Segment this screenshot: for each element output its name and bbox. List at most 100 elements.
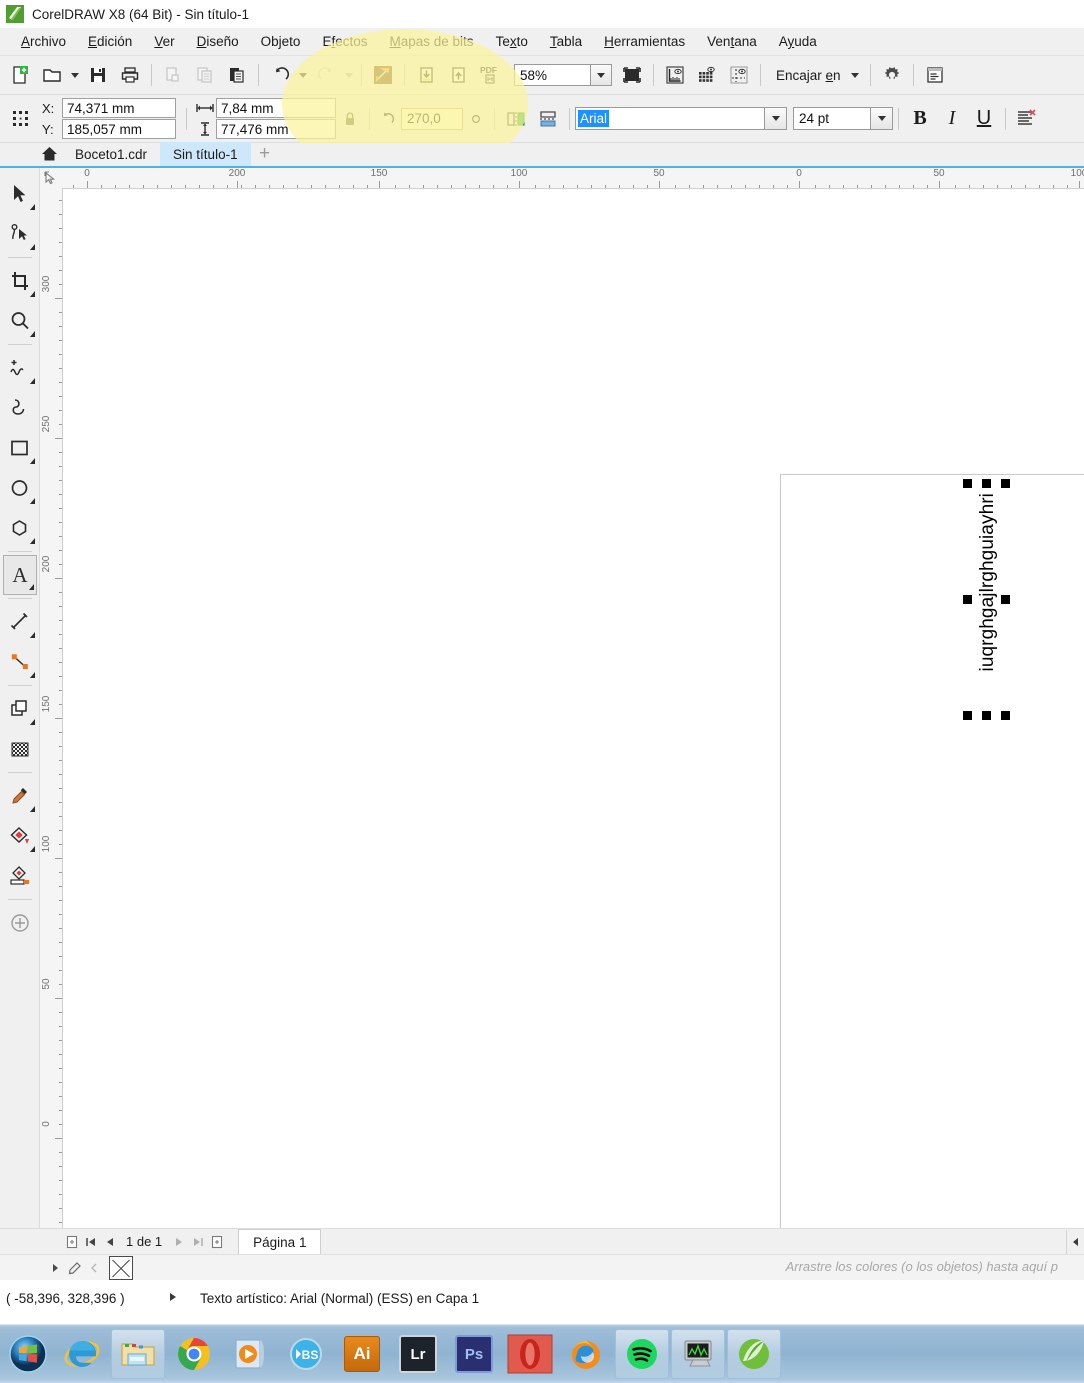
menu-objeto[interactable]: Objeto (250, 31, 312, 52)
font-name-field[interactable]: Arial (575, 107, 765, 130)
status-arrow-icon[interactable] (168, 1291, 178, 1306)
polygon-tool[interactable] (3, 508, 37, 548)
undo-button[interactable] (264, 59, 296, 91)
taskbar-file-explorer[interactable] (111, 1329, 165, 1379)
rotation-angle-input[interactable]: 270,0 (401, 107, 463, 130)
x-position-input[interactable]: 74,371 mm (62, 98, 176, 118)
drop-shadow-tool[interactable] (3, 689, 37, 729)
previous-page-button[interactable] (100, 1232, 119, 1252)
bold-button[interactable]: B (904, 105, 936, 133)
underline-button[interactable]: U (968, 105, 1000, 133)
selection-handle[interactable] (963, 595, 972, 604)
options-button[interactable] (876, 59, 908, 91)
menu-edicion[interactable]: Edición (77, 31, 143, 52)
undo-history-dropdown[interactable] (296, 60, 310, 90)
import-button[interactable] (410, 59, 442, 91)
parallel-dimension-tool[interactable] (3, 602, 37, 642)
zoom-level-input[interactable] (514, 64, 590, 86)
menu-texto[interactable]: Texto (485, 31, 539, 52)
taskbar-monitor-app[interactable] (671, 1329, 725, 1379)
new-document-button[interactable] (4, 59, 36, 91)
shape-tool[interactable] (3, 214, 37, 254)
drawing-area[interactable]: iuqrghgajlrghguiayhri (63, 189, 1084, 1228)
home-icon[interactable] (36, 142, 62, 166)
selection-handle[interactable] (1001, 479, 1010, 488)
document-tab-sin-titulo-1[interactable]: Sin título-1 (160, 142, 251, 166)
selection-handle[interactable] (982, 711, 991, 720)
open-recent-dropdown[interactable] (68, 60, 82, 90)
italic-button[interactable]: I (936, 105, 968, 133)
interactive-fill-tool[interactable] (3, 816, 37, 856)
horizontal-ruler[interactable]: 0 200 150 100 50 0 50 100 (62, 168, 1084, 189)
selection-handle[interactable] (1001, 711, 1010, 720)
taskbar-firefox[interactable] (559, 1329, 613, 1379)
smart-fill-tool[interactable] (3, 856, 37, 896)
new-document-tab-button[interactable]: + (251, 142, 279, 166)
selected-text-object[interactable]: iuqrghgajlrghguiayhri (963, 479, 1015, 729)
font-name-combo[interactable]: Arial (575, 107, 787, 130)
selection-handle[interactable] (963, 479, 972, 488)
open-document-button[interactable] (36, 59, 68, 91)
palette-scroll-up-button[interactable] (46, 1258, 65, 1278)
no-fill-swatch-icon[interactable] (109, 1255, 133, 1280)
menu-ayuda[interactable]: Ayuda (768, 31, 828, 52)
taskbar-opera[interactable] (503, 1329, 557, 1379)
selection-handle[interactable] (982, 479, 991, 488)
page-tab-pagina-1[interactable]: Página 1 (238, 1229, 322, 1254)
add-page-after-button[interactable] (207, 1232, 226, 1252)
text-tool[interactable]: A (2, 555, 37, 595)
show-grid-button[interactable] (691, 59, 723, 91)
freehand-tool[interactable] (3, 348, 37, 388)
color-eyedropper-tool[interactable] (3, 776, 37, 816)
save-button[interactable] (82, 59, 114, 91)
menu-mapas-de-bits[interactable]: Mapas de bits (379, 31, 485, 52)
rectangle-tool[interactable] (3, 428, 37, 468)
artistic-media-tool[interactable] (3, 388, 37, 428)
document-tab-boceto1[interactable]: Boceto1.cdr (62, 142, 160, 166)
first-page-button[interactable] (81, 1232, 100, 1252)
zoom-level-combo[interactable] (514, 63, 612, 87)
taskbar-internet-explorer[interactable] (55, 1329, 109, 1379)
show-guidelines-button[interactable] (723, 59, 755, 91)
font-name-dropdown-arrow[interactable] (765, 107, 787, 130)
taskbar-photoshop[interactable]: Ps (447, 1329, 501, 1379)
windows-start-orb-icon[interactable] (2, 1328, 54, 1380)
full-screen-preview-button[interactable] (616, 59, 648, 91)
y-position-input[interactable]: 185,057 mm (62, 119, 176, 139)
document-properties-button[interactable] (919, 59, 951, 91)
menu-tabla[interactable]: Tabla (539, 31, 593, 52)
lock-ratio-button[interactable] (336, 111, 364, 127)
menu-archivo[interactable]: Archivo (10, 31, 77, 52)
last-page-button[interactable] (188, 1232, 207, 1252)
menu-ver[interactable]: Ver (143, 31, 185, 52)
pick-tool[interactable] (3, 174, 37, 214)
taskbar-spotify[interactable] (615, 1329, 669, 1379)
publish-pdf-button[interactable]: PDF (474, 59, 506, 91)
straight-line-connector-tool[interactable] (3, 642, 37, 682)
export-button[interactable] (442, 59, 474, 91)
height-input[interactable]: 77,476 mm (216, 119, 336, 139)
taskbar-illustrator[interactable]: Ai (335, 1329, 389, 1379)
palette-scroll-left-button[interactable] (1066, 1230, 1084, 1254)
zoom-tool[interactable] (3, 301, 37, 341)
object-origin-icon[interactable] (6, 103, 38, 135)
snap-to-dropdown[interactable]: Encajar en (770, 64, 865, 87)
palette-expand-button[interactable] (84, 1258, 103, 1278)
crop-tool[interactable] (3, 261, 37, 301)
menu-diseno[interactable]: Diseño (186, 31, 250, 52)
taskbar-coreldraw[interactable] (727, 1329, 781, 1379)
menu-ventana[interactable]: Ventana (696, 31, 768, 52)
quick-customize-button[interactable] (3, 903, 37, 943)
transparency-tool[interactable] (3, 729, 37, 769)
taskbar-lightroom[interactable]: Lr (391, 1329, 445, 1379)
zoom-dropdown-arrow[interactable] (590, 64, 612, 86)
ruler-origin-button[interactable] (40, 168, 63, 189)
font-size-value[interactable]: 24 pt (793, 107, 871, 130)
menu-herramientas[interactable]: Herramientas (593, 31, 696, 52)
palette-eyedropper-button[interactable] (65, 1258, 84, 1278)
search-content-button[interactable] (367, 59, 399, 91)
mirror-horizontal-button[interactable] (500, 103, 532, 135)
copy-button[interactable] (189, 59, 221, 91)
font-size-combo[interactable]: 24 pt (793, 107, 893, 130)
paste-button[interactable] (221, 59, 253, 91)
